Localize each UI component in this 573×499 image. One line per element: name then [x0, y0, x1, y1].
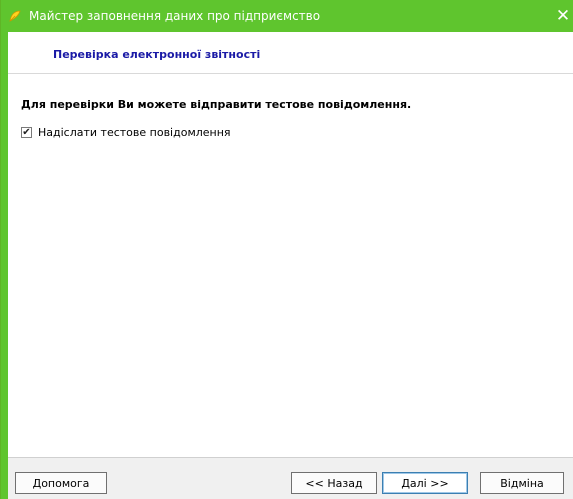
- page-title: Перевірка електронної звітності: [53, 48, 261, 61]
- wizard-window: Майстер заповнення даних про підприємств…: [0, 0, 573, 499]
- instruction-text: Для перевірки Ви можете відправити тесто…: [21, 98, 412, 111]
- window-title: Майстер заповнення даних про підприємств…: [29, 9, 321, 23]
- wizard-content: Перевірка електронної звітності Для пере…: [8, 32, 573, 457]
- button-bar: Допомога << Назад Далі >> Відміна: [8, 457, 573, 499]
- left-accent-bar: [1, 32, 8, 499]
- help-button[interactable]: Допомога: [15, 472, 107, 494]
- send-test-message-checkbox-row[interactable]: ✔ Надіслати тестове повідомлення: [21, 126, 231, 139]
- back-button[interactable]: << Назад: [291, 472, 377, 494]
- checkmark-icon: ✔: [22, 126, 31, 138]
- cancel-button[interactable]: Відміна: [480, 472, 564, 494]
- header-divider: [8, 73, 573, 74]
- send-test-message-label[interactable]: Надіслати тестове повідомлення: [38, 126, 231, 139]
- send-test-message-checkbox[interactable]: ✔: [21, 127, 32, 138]
- next-button[interactable]: Далі >>: [382, 472, 468, 494]
- close-icon[interactable]: ✕: [552, 0, 573, 32]
- app-icon: [8, 9, 22, 23]
- title-bar[interactable]: Майстер заповнення даних про підприємств…: [1, 0, 573, 32]
